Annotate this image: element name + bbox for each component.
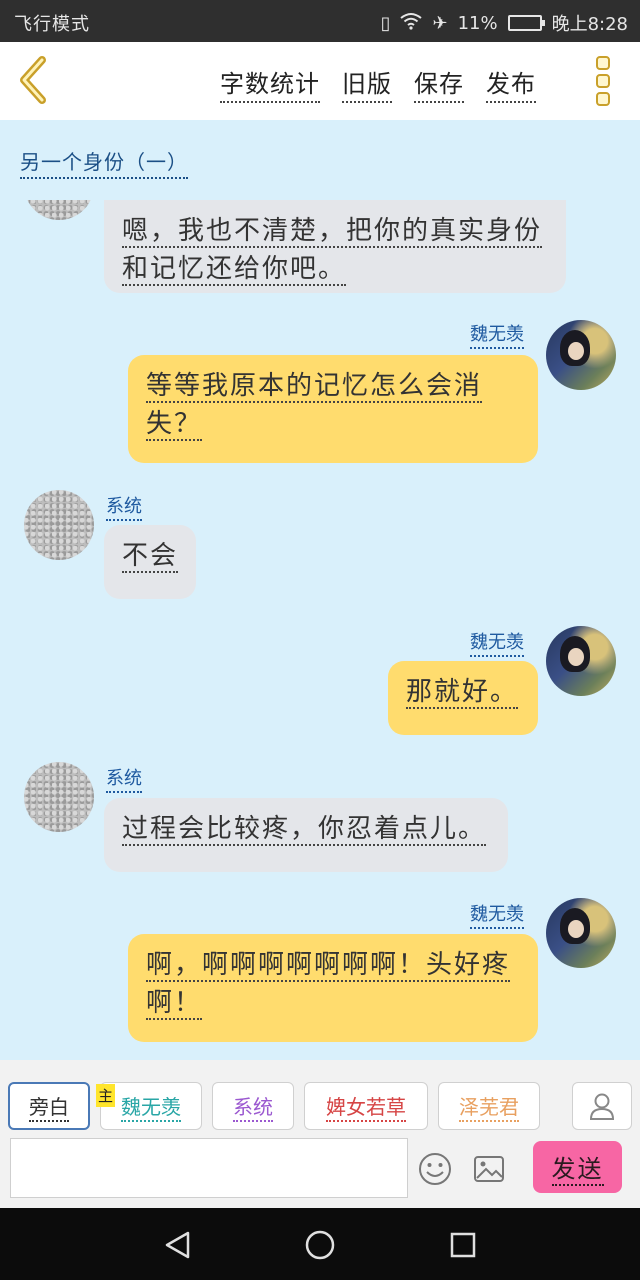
message-text: 等等我原本的记忆怎么会消失？ bbox=[146, 371, 483, 441]
battery-icon bbox=[507, 15, 545, 31]
clock: 晚上8:28 bbox=[551, 14, 628, 35]
image-icon[interactable] bbox=[472, 1152, 506, 1186]
message-bubble[interactable]: 那就好。 bbox=[388, 661, 538, 735]
add-role-button[interactable] bbox=[572, 1082, 632, 1130]
role-system[interactable]: 系统 bbox=[212, 1082, 294, 1130]
send-button[interactable]: 发送 bbox=[533, 1141, 622, 1193]
airplane-icon: ✈ bbox=[432, 12, 448, 34]
top-toolbar: 字数统计 旧版 保存 发布 bbox=[0, 42, 640, 120]
system-nav-bar bbox=[0, 1208, 640, 1280]
main-role-badge: 主 bbox=[96, 1084, 116, 1107]
system-avatar[interactable] bbox=[24, 490, 94, 560]
message-bubble[interactable]: 啊，啊啊啊啊啊啊啊！头好疼啊！ bbox=[128, 934, 538, 1042]
role-wei-wuxian[interactable]: 魏无羡 bbox=[100, 1082, 202, 1130]
message-bubble[interactable]: 过程会比较疼，你忍着点儿。 bbox=[104, 798, 508, 872]
message-text: 不会 bbox=[122, 541, 179, 573]
message-bubble[interactable]: 嗯，我也不清楚，把你的真实身份和记忆还给你吧。 bbox=[104, 200, 566, 293]
message-text: 啊，啊啊啊啊啊啊啊！头好疼啊！ bbox=[146, 950, 511, 1020]
role-zewu-jun[interactable]: 泽芜君 bbox=[438, 1082, 540, 1130]
word-count-button[interactable]: 字数统计 bbox=[220, 64, 320, 103]
wifi-icon bbox=[400, 12, 423, 35]
save-button[interactable]: 保存 bbox=[414, 64, 464, 103]
message-text: 过程会比较疼，你忍着点儿。 bbox=[122, 814, 487, 846]
message-bubble[interactable]: 不会 bbox=[104, 525, 196, 599]
message-text: 那就好。 bbox=[406, 677, 519, 709]
chat-area[interactable]: 嗯，我也不清楚，把你的真实身份和记忆还给你吧。 魏无羡 等等我原本的记忆怎么会消… bbox=[0, 200, 640, 1060]
role-maid-ruocao[interactable]: 婢女若草 bbox=[304, 1082, 428, 1130]
more-menu-icon[interactable] bbox=[596, 56, 614, 106]
nav-recents-icon[interactable] bbox=[449, 1231, 477, 1259]
system-avatar[interactable] bbox=[24, 762, 94, 832]
old-version-button[interactable]: 旧版 bbox=[342, 64, 392, 103]
role-narrator[interactable]: 旁白 bbox=[8, 1082, 90, 1130]
vibrate-icon: ▯ bbox=[380, 12, 391, 34]
publish-button[interactable]: 发布 bbox=[486, 64, 536, 103]
status-bar: 飞行模式 ▯ ✈ 11% 晚上8:28 bbox=[0, 0, 640, 42]
back-button[interactable] bbox=[14, 56, 54, 104]
role-list: 旁白 魏无羡 系统 婢女若草 泽芜君 bbox=[8, 1082, 540, 1130]
chat-title: 另一个身份（一） bbox=[20, 146, 188, 179]
message-bubble[interactable]: 等等我原本的记忆怎么会消失？ bbox=[128, 355, 538, 463]
sender-name: 系统 bbox=[106, 764, 142, 793]
status-icons: ▯ ✈ 11% 晚上8:28 bbox=[381, 10, 628, 36]
message-text: 嗯，我也不清楚，把你的真实身份和记忆还给你吧。 bbox=[122, 216, 543, 286]
person-icon bbox=[589, 1093, 615, 1120]
sender-name: 魏无羡 bbox=[470, 900, 524, 929]
toolbar-actions: 字数统计 旧版 保存 发布 bbox=[220, 64, 536, 103]
battery-percent: 11% bbox=[457, 12, 498, 34]
system-avatar[interactable] bbox=[24, 200, 94, 220]
emoji-icon[interactable] bbox=[418, 1152, 452, 1186]
user-avatar[interactable] bbox=[546, 898, 616, 968]
user-avatar[interactable] bbox=[546, 320, 616, 390]
nav-home-icon[interactable] bbox=[304, 1229, 336, 1261]
sender-name: 魏无羡 bbox=[470, 320, 524, 349]
sender-name: 魏无羡 bbox=[470, 628, 524, 657]
message-input[interactable] bbox=[10, 1138, 408, 1198]
sender-name: 系统 bbox=[106, 492, 142, 521]
airplane-mode-text: 飞行模式 bbox=[14, 14, 90, 35]
nav-back-icon[interactable] bbox=[163, 1230, 193, 1260]
user-avatar[interactable] bbox=[546, 626, 616, 696]
chevron-left-icon bbox=[20, 56, 46, 104]
